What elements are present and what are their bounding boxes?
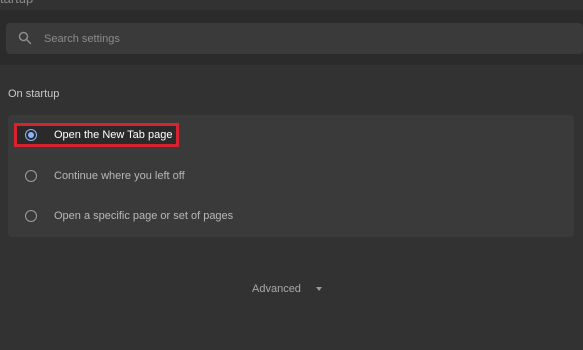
page-title-fragment: tartup [0, 0, 33, 6]
search-icon [18, 31, 32, 45]
option-continue-where-left-off[interactable]: Continue where you left off [8, 157, 574, 195]
search-bar [0, 10, 583, 65]
option-open-new-tab[interactable]: Open the New Tab page [8, 116, 574, 154]
search-box[interactable] [6, 23, 583, 54]
option-open-specific-pages[interactable]: Open a specific page or set of pages [8, 197, 574, 235]
advanced-label: Advanced [252, 283, 301, 295]
radio-checked-icon[interactable] [25, 129, 37, 141]
option-label: Open the New Tab page [54, 129, 173, 141]
settings-page: tartup On startup Open the New Tab page … [0, 0, 583, 350]
radio-unchecked-icon[interactable] [25, 170, 37, 182]
option-label: Continue where you left off [54, 170, 185, 182]
radio-unchecked-icon[interactable] [25, 210, 37, 222]
advanced-toggle[interactable]: Advanced [252, 283, 322, 295]
chevron-down-icon [315, 287, 322, 291]
on-startup-heading: On startup [8, 88, 60, 100]
search-input[interactable] [44, 23, 564, 54]
on-startup-card: Open the New Tab page Continue where you… [8, 115, 574, 237]
option-label: Open a specific page or set of pages [54, 210, 234, 222]
